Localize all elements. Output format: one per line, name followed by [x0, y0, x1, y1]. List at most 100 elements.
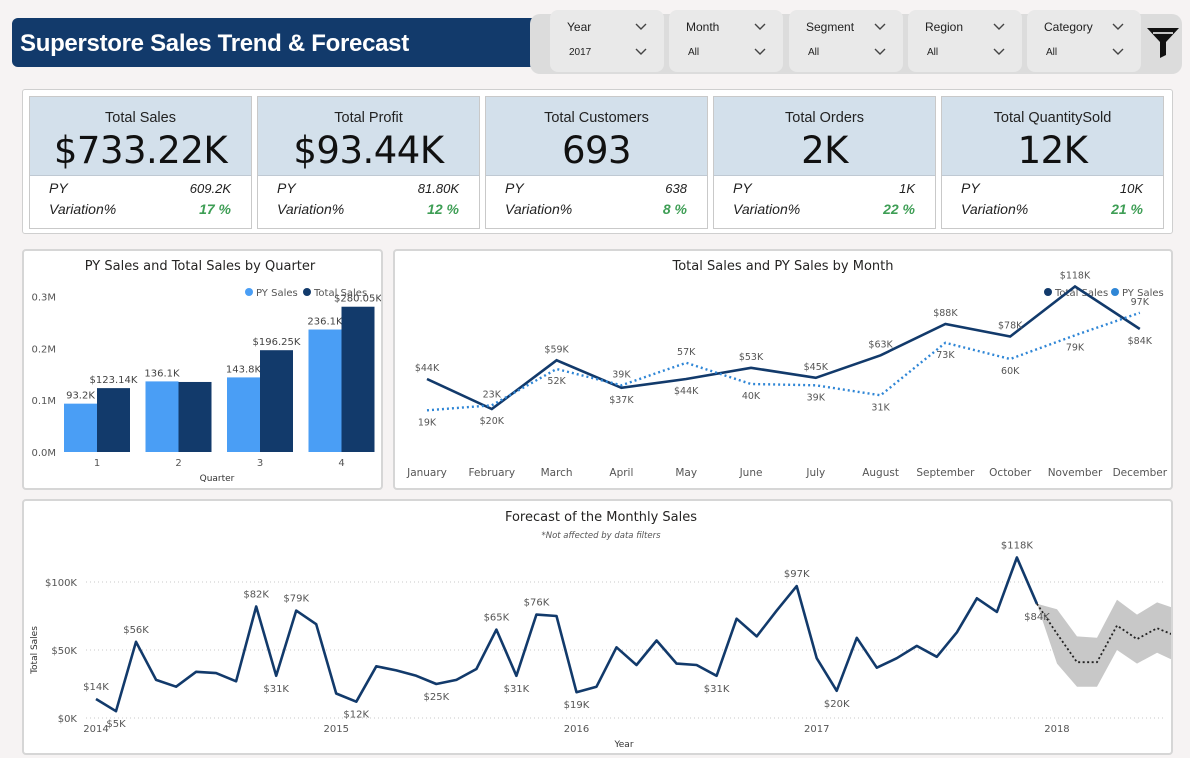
- x-tick-label: January: [406, 467, 447, 479]
- x-tick-label: July: [805, 467, 825, 479]
- chevron-down-icon[interactable]: [634, 21, 648, 31]
- bar-label: 236.1K: [307, 317, 343, 328]
- x-tick-label: September: [916, 467, 975, 479]
- bar-label: 93.2K: [66, 391, 95, 402]
- data-label: 79K: [1066, 342, 1085, 353]
- data-label: 31K: [871, 402, 890, 413]
- chevron-down-icon[interactable]: [753, 46, 767, 56]
- chevron-down-icon[interactable]: [992, 21, 1006, 31]
- month-slicer[interactable]: Month All: [669, 10, 783, 72]
- bar-label: 136.1K: [144, 368, 180, 379]
- total-sales-line: [95, 556, 1039, 713]
- clear-filters-funnel-icon[interactable]: [1145, 25, 1181, 59]
- bar: [341, 306, 375, 452]
- kpi-variation-value: 22 %: [883, 201, 915, 217]
- chart-title: Total Sales and PY Sales by Month: [672, 259, 894, 274]
- kpi-py-value: 638: [665, 181, 687, 196]
- kpi-value: 2K: [801, 129, 848, 172]
- slicer-value: All: [688, 47, 700, 58]
- data-label: $12K: [343, 710, 369, 721]
- x-tick-label: 2016: [564, 724, 589, 735]
- x-axis-title: Year: [613, 740, 633, 750]
- slicer-label: Category: [1044, 20, 1093, 34]
- x-tick-label: August: [862, 467, 899, 479]
- data-label: $118K: [1001, 541, 1033, 552]
- category-slicer[interactable]: Category All: [1027, 10, 1141, 72]
- data-label: $65K: [484, 613, 510, 624]
- slicer-label: Segment: [806, 20, 855, 34]
- chevron-down-icon[interactable]: [1111, 46, 1125, 56]
- kpi-py-value: 81.80K: [417, 181, 459, 196]
- x-tick-label: February: [469, 467, 516, 479]
- x-tick-label: 3: [257, 458, 263, 469]
- slicer-value: All: [808, 47, 820, 58]
- kpi-py-label: PY: [49, 180, 68, 196]
- data-label: $44K: [674, 386, 699, 397]
- data-label: $88K: [933, 308, 958, 319]
- kpi-py-label: PY: [961, 180, 980, 196]
- bar-label: $280.05K: [334, 294, 381, 305]
- data-label: $45K: [804, 362, 829, 373]
- kpi-variation-value: 8 %: [662, 201, 687, 217]
- kpi-variation-value: 21 %: [1111, 201, 1143, 217]
- data-label: $25K: [424, 692, 450, 703]
- x-tick-label: May: [675, 467, 697, 479]
- data-label: $19K: [564, 700, 590, 711]
- region-slicer[interactable]: Region All: [908, 10, 1022, 72]
- bar-label: $123.14K: [90, 375, 138, 386]
- chevron-down-icon[interactable]: [873, 46, 887, 56]
- x-tick-label: April: [609, 467, 633, 479]
- chevron-down-icon[interactable]: [753, 21, 767, 31]
- legend-label: PY Sales: [256, 288, 298, 299]
- data-label: 40K: [742, 391, 761, 402]
- x-tick-label: 4: [338, 458, 344, 469]
- year-slicer[interactable]: Year 2017: [550, 10, 664, 72]
- data-label: $53K: [739, 352, 764, 363]
- data-label: $5K: [106, 719, 126, 730]
- data-label: $37K: [609, 395, 634, 406]
- x-tick-label: 2015: [324, 724, 349, 735]
- legend-marker: [303, 288, 311, 296]
- y-axis-title: Total Sales: [30, 626, 40, 675]
- bar: [178, 381, 212, 452]
- kpi-title: Total Profit: [334, 110, 403, 126]
- slicer-value: All: [927, 47, 939, 58]
- kpi-card-total-quantity: Total QuantitySold 12K PY 10K Variation%…: [941, 96, 1164, 229]
- bar: [308, 329, 342, 452]
- data-label: $20K: [824, 699, 850, 710]
- month-line-chart: Total Sales and PY Sales by MonthTotal S…: [406, 259, 1168, 479]
- y-tick-label: $100K: [45, 578, 77, 589]
- segment-slicer[interactable]: Segment All: [789, 10, 903, 72]
- kpi-variation-label: Variation%: [49, 201, 117, 217]
- chevron-down-icon[interactable]: [992, 46, 1006, 56]
- data-label: $82K: [243, 589, 269, 600]
- forecast-line-chart: Forecast of the Monthly Sales *Not affect…: [30, 510, 1171, 750]
- data-label: $63K: [868, 339, 893, 350]
- data-label: 23K: [483, 389, 502, 400]
- kpi-card-total-sales: Total Sales $733.22K PY 609.2K Variation…: [29, 96, 252, 229]
- data-label: $44K: [415, 363, 440, 374]
- chart-title: PY Sales and Total Sales by Quarter: [85, 259, 316, 274]
- x-tick-label: 2: [175, 458, 181, 469]
- kpi-py-label: PY: [277, 180, 296, 196]
- data-label: $78K: [998, 321, 1023, 332]
- kpi-title: Total Sales: [105, 110, 176, 126]
- bar: [260, 350, 293, 452]
- chevron-down-icon[interactable]: [873, 21, 887, 31]
- data-label: 52K: [547, 376, 566, 387]
- x-tick-label: December: [1113, 467, 1168, 479]
- x-tick-label: 2014: [83, 724, 108, 735]
- data-label: $31K: [704, 684, 730, 695]
- chevron-down-icon[interactable]: [1111, 21, 1125, 31]
- kpi-value: $733.22K: [53, 129, 228, 172]
- kpi-title: Total Orders: [785, 110, 864, 126]
- quarter-bar-chart: PY Sales and Total Sales by Quarter PY Sa…: [31, 259, 381, 484]
- y-tick-label: 0.2M: [31, 344, 56, 355]
- kpi-variation-label: Variation%: [733, 201, 801, 217]
- kpi-title: Total Customers: [544, 110, 649, 126]
- total-sales-line: [426, 284, 1141, 411]
- kpi-py-value: 10K: [1119, 181, 1143, 196]
- chevron-down-icon[interactable]: [634, 46, 648, 56]
- data-label: 39K: [612, 369, 631, 380]
- kpi-card-total-orders: Total Orders 2K PY 1K Variation% 22 %: [713, 96, 936, 229]
